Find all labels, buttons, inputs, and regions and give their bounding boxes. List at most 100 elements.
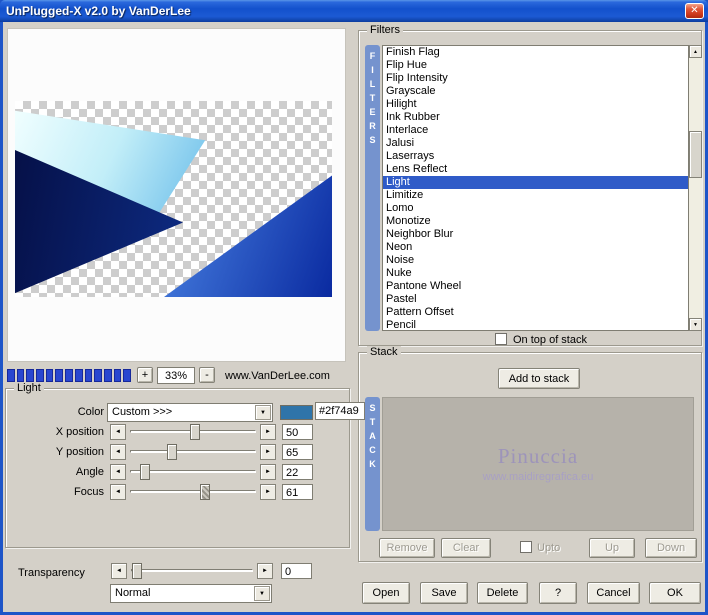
filter-list-item[interactable]: Noise <box>383 254 688 267</box>
close-icon: ✕ <box>690 5 699 16</box>
scroll-up-button[interactable]: ▲ <box>689 45 702 58</box>
dropdown-arrow-button[interactable]: ▼ <box>254 586 270 601</box>
zoom-out-button[interactable]: - <box>199 367 215 383</box>
filter-list-item[interactable]: Pattern Offset <box>383 306 688 319</box>
progress-segment <box>84 369 93 382</box>
transparency-track[interactable] <box>129 563 255 579</box>
stack-list[interactable]: Pinuccia www.maidiregrafica.eu <box>382 397 694 531</box>
color-swatch[interactable] <box>280 405 313 420</box>
progress-segment <box>113 369 122 382</box>
up-button[interactable]: Up <box>589 538 635 558</box>
filter-list-item[interactable]: Pencil <box>383 319 688 330</box>
filters-panel-title: Filters <box>367 24 403 37</box>
filter-list-item[interactable]: Ink Rubber <box>383 111 688 124</box>
slider-track[interactable] <box>128 464 258 480</box>
filter-list-item[interactable]: Pantone Wheel <box>383 280 688 293</box>
transparency-value-input[interactable]: 0 <box>281 563 312 579</box>
down-button[interactable]: Down <box>645 538 697 558</box>
color-dropdown[interactable]: Custom >>> ▼ <box>107 403 273 422</box>
slider-row: Focus ◄ ► 61 <box>6 483 349 503</box>
filter-list-item[interactable]: Light <box>383 176 688 189</box>
filter-list-item[interactable]: Lomo <box>383 202 688 215</box>
filter-list-item[interactable]: Jalusi <box>383 137 688 150</box>
slider-thumb[interactable] <box>199 484 210 500</box>
transparency-left-button[interactable]: ◄ <box>111 563 127 579</box>
watermark-name: Pinuccia <box>497 444 579 468</box>
slider-right-button[interactable]: ► <box>260 444 276 460</box>
light-panel-title: Light <box>14 382 44 395</box>
scrollbar-thumb[interactable] <box>689 131 702 178</box>
help-button[interactable]: ? <box>539 582 577 604</box>
remove-button[interactable]: Remove <box>379 538 435 558</box>
add-to-stack-button[interactable]: Add to stack <box>498 368 580 389</box>
filter-list-item[interactable]: Pastel <box>383 293 688 306</box>
clear-button[interactable]: Clear <box>441 538 491 558</box>
left-arrow-icon: ◄ <box>115 449 121 455</box>
filter-list-item[interactable]: Neon <box>383 241 688 254</box>
blend-mode-dropdown[interactable]: Normal ▼ <box>110 584 272 603</box>
progress-segment <box>65 369 73 382</box>
transparency-right-button[interactable]: ► <box>257 563 273 579</box>
filter-list-item[interactable]: Lens Reflect <box>383 163 688 176</box>
filter-list-item[interactable]: Grayscale <box>383 85 688 98</box>
slider-left-button[interactable]: ◄ <box>110 484 126 500</box>
cancel-button[interactable]: Cancel <box>587 582 640 604</box>
slider-track[interactable] <box>128 484 258 500</box>
right-arrow-icon: ► <box>265 429 271 435</box>
slider-groove <box>131 569 253 572</box>
ok-button[interactable]: OK <box>649 582 701 604</box>
progress-segment <box>55 369 64 382</box>
slider-value-input[interactable]: 65 <box>282 444 313 460</box>
slider-right-button[interactable]: ► <box>260 484 276 500</box>
zoom-in-button[interactable]: + <box>137 367 153 383</box>
transparency-thumb[interactable] <box>131 563 142 579</box>
delete-button[interactable]: Delete <box>477 582 528 604</box>
filter-list-item[interactable]: Finish Flag <box>383 46 688 59</box>
filter-list-item[interactable]: Interlace <box>383 124 688 137</box>
save-button[interactable]: Save <box>420 582 468 604</box>
filter-list-item[interactable]: Laserrays <box>383 150 688 163</box>
right-arrow-icon: ► <box>262 568 268 574</box>
slider-thumb[interactable] <box>190 424 201 440</box>
slider-track[interactable] <box>128 424 258 440</box>
scroll-down-button[interactable]: ▼ <box>689 318 702 331</box>
left-arrow-icon: ◄ <box>115 429 121 435</box>
slider-value-input[interactable]: 50 <box>282 424 313 440</box>
slider-left-button[interactable]: ◄ <box>110 424 126 440</box>
filter-list-item[interactable]: Nuke <box>383 267 688 280</box>
slider-label: Y position <box>55 446 104 458</box>
filter-list-item[interactable]: Limitize <box>383 189 688 202</box>
watermark-url: www.maidiregrafica.eu <box>482 471 594 483</box>
scrollbar-track[interactable] <box>689 58 702 318</box>
filter-list-item[interactable]: Hilight <box>383 98 688 111</box>
transparency-label: Transparency <box>18 567 85 579</box>
close-button[interactable]: ✕ <box>685 3 704 19</box>
filter-list-item[interactable]: Monotize <box>383 215 688 228</box>
slider-thumb[interactable] <box>139 464 150 480</box>
open-button[interactable]: Open <box>362 582 410 604</box>
preview-image <box>15 101 332 297</box>
slider-row: Angle ◄ ► 22 <box>6 463 349 483</box>
upto-checkbox[interactable] <box>520 541 532 553</box>
slider-track[interactable] <box>128 444 258 460</box>
preview-area[interactable] <box>7 28 346 362</box>
filters-scrollbar[interactable]: ▲ ▼ <box>689 45 702 331</box>
slider-right-button[interactable]: ► <box>260 424 276 440</box>
slider-right-button[interactable]: ► <box>260 464 276 480</box>
filters-vertical-label: F I L T E R S <box>365 45 380 331</box>
on-top-of-stack-checkbox[interactable] <box>495 333 507 345</box>
filter-list-item[interactable]: Neighbor Blur <box>383 228 688 241</box>
slider-left-button[interactable]: ◄ <box>110 464 126 480</box>
slider-value-input[interactable]: 61 <box>282 484 313 500</box>
slider-left-button[interactable]: ◄ <box>110 444 126 460</box>
right-arrow-icon: ► <box>265 449 271 455</box>
slider-thumb[interactable] <box>167 444 177 460</box>
filter-list-item[interactable]: Flip Intensity <box>383 72 688 85</box>
slider-value-input[interactable]: 22 <box>282 464 313 480</box>
dropdown-arrow-button[interactable]: ▼ <box>255 405 271 420</box>
title-bar[interactable]: UnPlugged-X v2.0 by VanDerLee ✕ <box>0 0 708 22</box>
stack-vertical-label: S T A C K <box>365 397 380 531</box>
filter-list-item[interactable]: Flip Hue <box>383 59 688 72</box>
blend-mode-value: Normal <box>115 587 151 599</box>
website-link[interactable]: www.VanDerLee.com <box>225 370 330 382</box>
